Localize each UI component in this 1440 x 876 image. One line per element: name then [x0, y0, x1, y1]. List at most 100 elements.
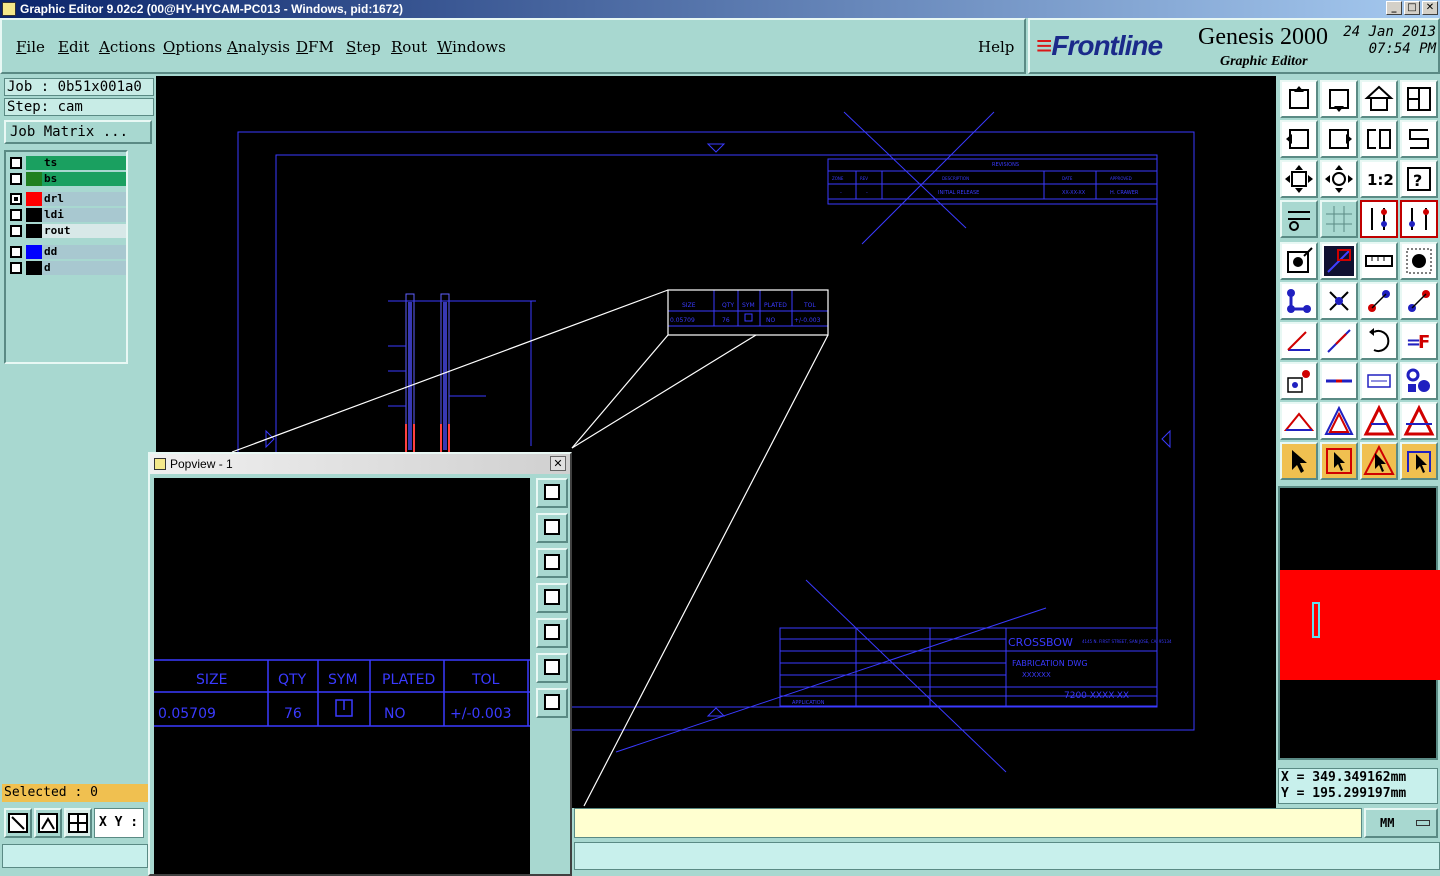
menu-step[interactable]: Step [346, 38, 381, 56]
tool-select-pad[interactable] [1400, 242, 1438, 280]
command-line[interactable] [574, 808, 1362, 838]
menu-rout[interactable]: Rout [391, 38, 427, 56]
layer-dd-checkbox[interactable] [10, 246, 22, 258]
tool-help[interactable]: ? [1400, 160, 1438, 198]
tool-slant[interactable] [1320, 322, 1358, 360]
tool-snap-1[interactable] [1360, 200, 1398, 238]
company-name: CROSSBOW [1008, 636, 1073, 649]
pv-tool-right[interactable] [536, 618, 568, 648]
menu-edit[interactable]: Edit [58, 38, 89, 56]
grid-button[interactable] [64, 808, 92, 838]
layer-drl[interactable]: drl [8, 192, 126, 206]
tool-move-down[interactable] [1320, 80, 1358, 118]
popview-canvas[interactable]: SIZE QTY SYM PLATED TOL 0.05709 76 NO +/… [154, 478, 530, 874]
move-left-icon [544, 589, 560, 605]
layer-bs-checkbox[interactable] [10, 173, 22, 185]
tool-settings[interactable] [1280, 200, 1318, 238]
popview-titlebar[interactable]: Popview - 1 ✕ [150, 454, 570, 474]
layer-ldi[interactable]: ldi [8, 208, 126, 222]
units-selector[interactable]: MM [1364, 808, 1438, 838]
tool-move-feature[interactable] [1360, 282, 1398, 320]
popview-window[interactable]: Popview - 1 ✕ SIZE QTY SYM PLATED TOL 0.… [148, 452, 572, 876]
menu-bar: File Edit Actions Options Analysis DFM S… [0, 18, 1026, 74]
tool-zoom-home[interactable] [1280, 80, 1318, 118]
tool-window[interactable] [1400, 80, 1438, 118]
layer-bs[interactable]: bs [8, 172, 126, 186]
tool-move-left[interactable] [1280, 120, 1318, 158]
pv-header-plated: PLATED [382, 672, 435, 688]
tool-connect[interactable] [1280, 282, 1318, 320]
tool-home[interactable] [1360, 80, 1398, 118]
tool-select-polygon[interactable] [1360, 442, 1398, 480]
zoom-area-button[interactable] [4, 808, 32, 838]
tool-rotate[interactable] [1360, 322, 1398, 360]
delete-icon [1329, 291, 1349, 311]
tool-arch-alt[interactable] [1400, 402, 1438, 440]
tool-add-pad[interactable] [1280, 242, 1318, 280]
tool-triangle-2[interactable] [1320, 402, 1358, 440]
menu-analysis[interactable]: Analysis [227, 38, 290, 56]
tool-text[interactable]: = F [1400, 322, 1438, 360]
tool-pan[interactable] [1320, 160, 1358, 198]
dropdown-icon [1416, 820, 1430, 826]
pv-tool-up[interactable] [536, 513, 568, 543]
tool-delete[interactable] [1320, 282, 1358, 320]
tool-select-pointer[interactable] [1280, 442, 1318, 480]
layer-ts[interactable]: ts [8, 156, 126, 170]
pv-tool-down[interactable] [536, 548, 568, 578]
tool-copy-feature[interactable] [1400, 282, 1438, 320]
pv-tool-zoom[interactable] [536, 478, 568, 508]
pv-tool-fit[interactable] [536, 653, 568, 683]
tool-arch[interactable] [1360, 402, 1398, 440]
tool-select-net[interactable] [1400, 442, 1438, 480]
tool-select-box[interactable] [1320, 442, 1358, 480]
menu-options[interactable]: Options [163, 38, 222, 56]
layer-ldi-checkbox[interactable] [10, 209, 22, 221]
tool-ruler[interactable] [1360, 242, 1398, 280]
pv-tool-left[interactable] [536, 583, 568, 613]
layer-rout-checkbox[interactable] [10, 225, 22, 237]
menu-windows[interactable]: Windows [437, 38, 506, 56]
tool-snap-2[interactable] [1400, 200, 1438, 238]
layer-drl-color [26, 192, 42, 206]
tool-angle[interactable] [1280, 322, 1318, 360]
tool-move-right[interactable] [1320, 120, 1358, 158]
tool-pads[interactable] [1400, 362, 1438, 400]
connect-icon [1287, 289, 1311, 313]
tool-triangle-1[interactable] [1280, 402, 1318, 440]
settings-icon [1288, 211, 1310, 231]
layer-drl-checkbox[interactable] [10, 193, 22, 205]
tool-break[interactable] [1320, 362, 1358, 400]
frontline-logo: ≡Frontline [1036, 30, 1163, 61]
maximize-button[interactable]: □ [1404, 1, 1420, 15]
menu-file[interactable]: File [16, 38, 45, 56]
layer-d[interactable]: d [8, 261, 126, 275]
tool-redraw[interactable] [1400, 120, 1438, 158]
tool-scale-1-2[interactable]: 1:2 [1360, 160, 1398, 198]
layer-dd[interactable]: dd [8, 245, 126, 259]
minimize-button[interactable]: _ [1386, 1, 1402, 15]
tool-mirror[interactable] [1360, 120, 1398, 158]
layer-d-checkbox[interactable] [10, 262, 22, 274]
layer-rout[interactable]: rout [8, 224, 126, 238]
left-panel: Job : 0b51x001a0 Step: cam Job Matrix ..… [0, 76, 156, 876]
window-titlebar: Graphic Editor 9.02c2 (00@HY-HYCAM-PC013… [0, 0, 1440, 18]
measure-button[interactable] [34, 808, 62, 838]
close-button[interactable]: ✕ [1422, 1, 1438, 15]
pv-header-size: SIZE [196, 672, 227, 688]
menu-dfm[interactable]: DFM [296, 38, 334, 56]
job-matrix-button[interactable]: Job Matrix ... [4, 120, 152, 144]
layer-ts-checkbox[interactable] [10, 157, 22, 169]
popview-close-button[interactable]: ✕ [550, 456, 566, 471]
tool-dimension[interactable] [1360, 362, 1398, 400]
menu-help[interactable]: Help [978, 38, 1014, 56]
pv-tool-pan[interactable] [536, 688, 568, 718]
tool-grid[interactable] [1320, 200, 1358, 238]
menu-actions[interactable]: Actions [99, 38, 155, 56]
tool-add-line[interactable] [1320, 242, 1358, 280]
tool-zoom-fit[interactable] [1280, 160, 1318, 198]
tool-pad-to-line[interactable] [1280, 362, 1318, 400]
overview-minimap[interactable] [1278, 486, 1440, 760]
add-line-icon [1324, 246, 1354, 276]
home-icon [1364, 85, 1394, 111]
